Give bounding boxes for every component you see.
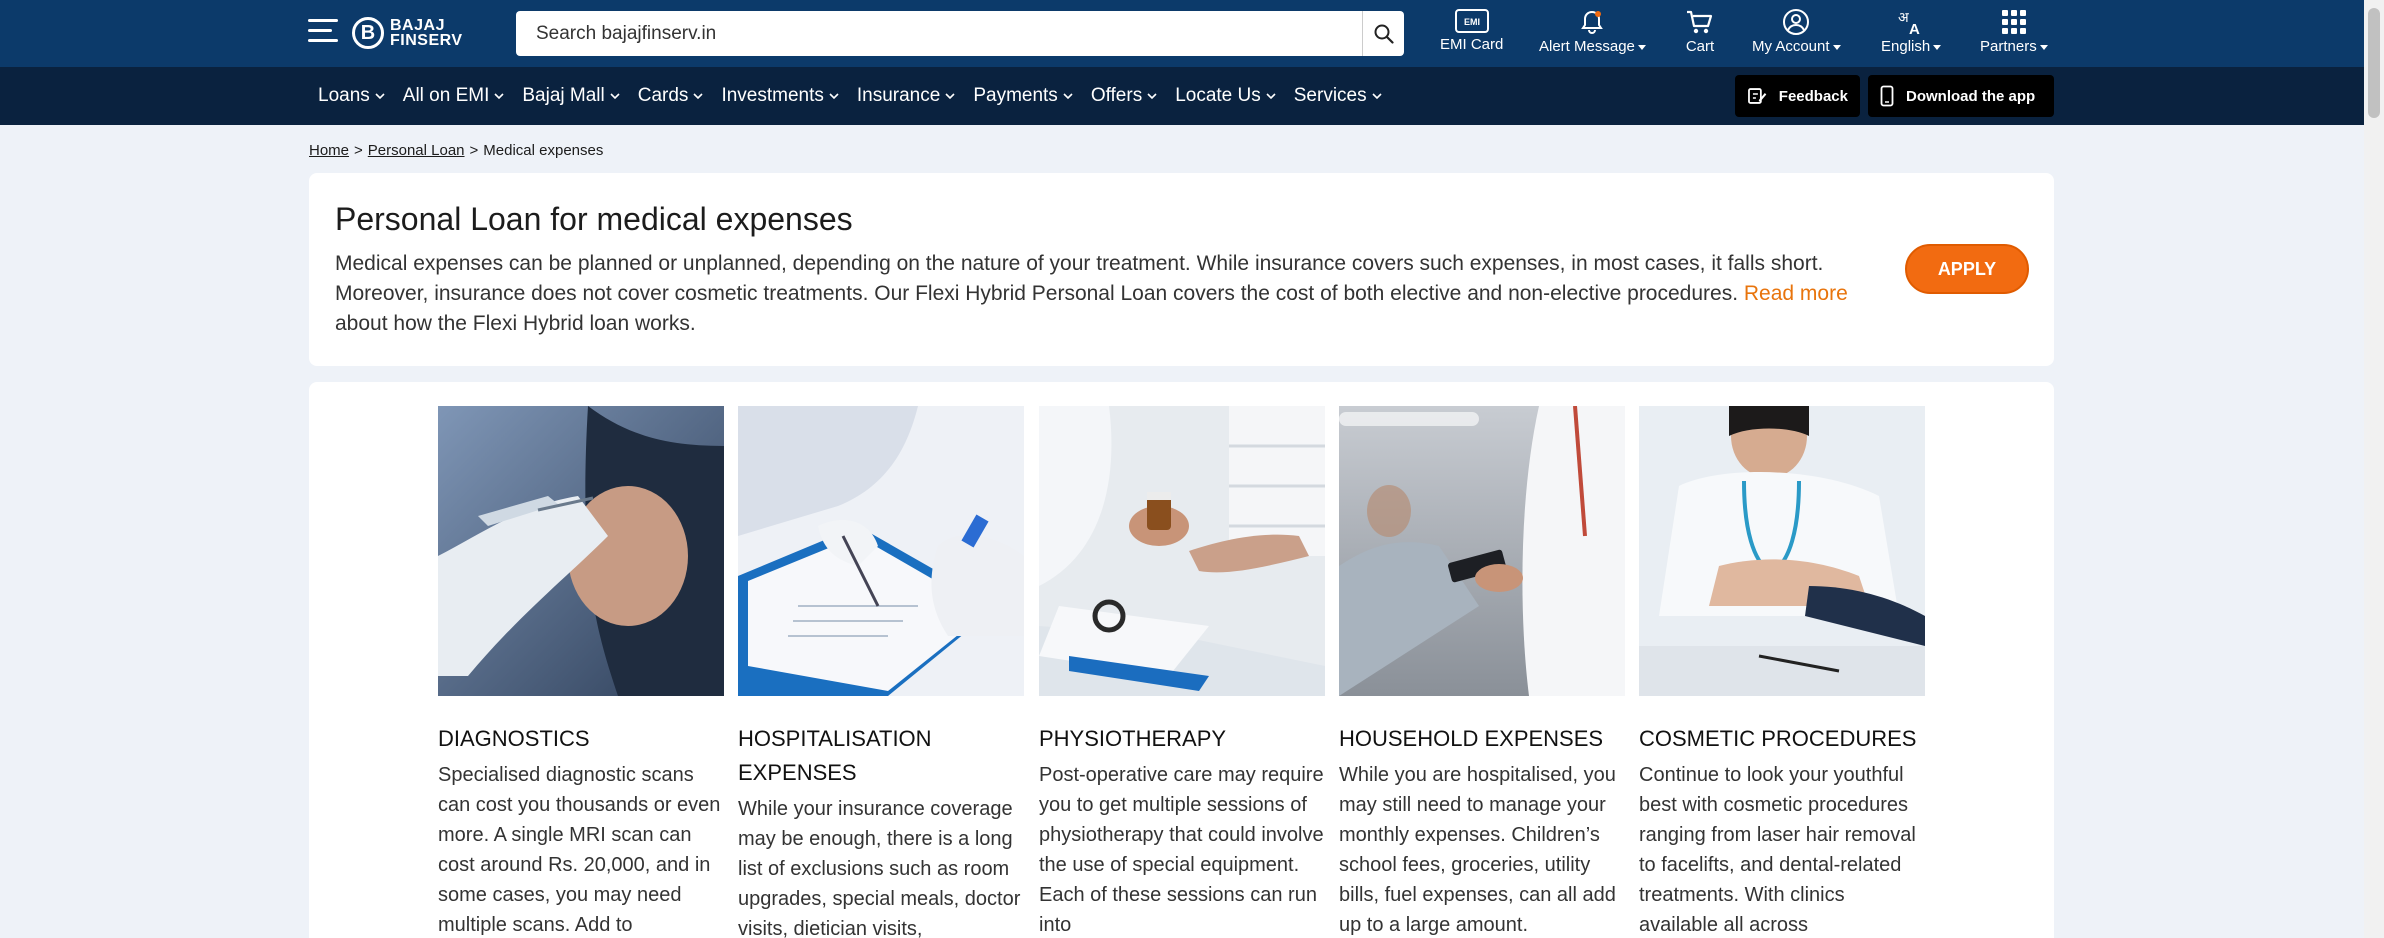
menu-icon[interactable] — [308, 19, 338, 45]
cosmetic-image — [1639, 406, 1925, 696]
cart-icon — [1687, 10, 1713, 34]
search-bar — [516, 11, 1404, 56]
card-text: While you are hospitalised, you may stil… — [1339, 764, 1616, 936]
alert-message-label: Alert Message — [1539, 38, 1635, 55]
brand-logo[interactable]: B BAJAJ FINSERV — [352, 17, 463, 49]
card-household-expenses: HOUSEHOLD EXPENSES While you are hospita… — [1339, 406, 1625, 938]
household-image — [1339, 406, 1625, 696]
intro-text: Medical expenses can be planned or unpla… — [335, 252, 1848, 335]
physiotherapy-image — [1039, 406, 1325, 696]
nav-item-offers[interactable]: Offers — [1091, 85, 1158, 107]
emi-card-link[interactable]: EMI EMI Card — [1440, 8, 1503, 53]
language-icon: अA — [1898, 10, 1920, 36]
nav-item-cards[interactable]: Cards — [638, 85, 705, 107]
cart-link[interactable]: Cart — [1685, 8, 1715, 55]
breadcrumb-current: Medical expenses — [483, 142, 604, 159]
emi-card-icon: EMI — [1454, 9, 1489, 33]
phone-icon — [1880, 85, 1894, 107]
nav-item-investments[interactable]: Investments — [721, 85, 839, 107]
my-account-label: My Account — [1752, 38, 1830, 55]
card-diagnostics: DIAGNOSTICS Specialised diagnostic scans… — [438, 406, 724, 938]
read-more-link[interactable]: Read more — [1744, 282, 1848, 305]
card-title: HOSPITALISATION EXPENSES — [738, 726, 932, 785]
breadcrumb-separator: > — [469, 142, 479, 159]
account-icon — [1783, 9, 1810, 35]
language-menu[interactable]: अA English — [1881, 8, 1942, 55]
page-title: Personal Loan for medical expenses — [335, 201, 853, 237]
nav-item-locate-us[interactable]: Locate Us — [1175, 85, 1277, 107]
chevron-down-icon — [1372, 93, 1382, 100]
nav-item-all-on-emi[interactable]: All on EMI — [403, 85, 506, 107]
grid-icon — [2001, 10, 2026, 34]
card-title: HOUSEHOLD EXPENSES — [1339, 726, 1604, 751]
chevron-down-icon — [1063, 93, 1073, 100]
my-account-menu[interactable]: My Account — [1752, 8, 1841, 55]
svg-text:A: A — [1909, 21, 1920, 36]
page-scrollbar[interactable] — [2364, 0, 2384, 938]
cart-label: Cart — [1685, 38, 1715, 55]
card-text: Post-operative care may require you to g… — [1039, 764, 1324, 936]
chevron-down-icon — [829, 93, 839, 100]
search-icon[interactable] — [1362, 11, 1404, 56]
diagnostics-image — [438, 406, 724, 696]
chevron-down-icon — [1147, 93, 1157, 100]
partners-menu[interactable]: Partners — [1980, 8, 2048, 55]
chevron-down-icon — [945, 93, 955, 100]
nav-item-loans[interactable]: Loans — [318, 85, 386, 107]
svg-text:अ: अ — [1898, 10, 1909, 26]
emi-card-label: EMI Card — [1440, 36, 1504, 53]
main-nav: Loans All on EMI Bajaj Mall Cards Invest… — [0, 67, 2364, 125]
breadcrumb: Home > Personal Loan > Medical expenses — [309, 142, 603, 159]
card-text: Specialised diagnostic scans can cost yo… — [438, 764, 721, 936]
language-label: English — [1881, 38, 1931, 55]
use-cases-section: DIAGNOSTICS Specialised diagnostic scans… — [309, 382, 2054, 938]
breadcrumb-personal-loan[interactable]: Personal Loan — [368, 142, 465, 159]
card-text: While your insurance coverage may be eno… — [738, 798, 1021, 938]
svg-text:EMI: EMI — [1464, 17, 1480, 27]
card-physiotherapy: PHYSIOTHERAPY Post-operative care may re… — [1039, 406, 1325, 938]
search-input[interactable] — [516, 11, 1362, 56]
breadcrumb-home[interactable]: Home — [309, 142, 349, 159]
chevron-down-icon — [494, 93, 504, 100]
download-app-button[interactable]: Download the app — [1868, 75, 2054, 117]
intro-card: Personal Loan for medical expenses Medic… — [309, 173, 2054, 366]
chevron-down-icon — [610, 93, 620, 100]
feedback-button[interactable]: Feedback — [1735, 75, 1860, 117]
chevron-down-icon — [1266, 93, 1276, 100]
apply-button[interactable]: APPLY — [1905, 244, 2029, 294]
chevron-down-icon — [693, 93, 704, 100]
top-header: B BAJAJ FINSERV EMI EMI Card Alert Messa… — [0, 0, 2364, 67]
scrollbar-thumb[interactable] — [2368, 8, 2380, 118]
card-hospitalisation-expenses: HOSPITALISATION EXPENSES While your insu… — [738, 406, 1024, 938]
card-title: COSMETIC PROCEDURES — [1639, 726, 1917, 751]
logo-mark-icon: B — [352, 17, 384, 49]
nav-item-insurance[interactable]: Insurance — [857, 85, 956, 107]
bell-icon — [1581, 10, 1604, 34]
nav-item-payments[interactable]: Payments — [973, 85, 1073, 107]
chevron-down-icon — [375, 93, 385, 100]
breadcrumb-separator: > — [354, 142, 363, 159]
partners-label: Partners — [1980, 38, 2037, 55]
hospitalisation-image — [738, 406, 1024, 696]
logo-text: BAJAJ FINSERV — [390, 17, 463, 49]
alert-message-menu[interactable]: Alert Message — [1539, 8, 1646, 55]
card-cosmetic-procedures: COSMETIC PROCEDURES Continue to look you… — [1639, 406, 1925, 938]
nav-item-bajaj-mall[interactable]: Bajaj Mall — [522, 85, 620, 107]
card-title: PHYSIOTHERAPY — [1039, 726, 1227, 751]
card-title: DIAGNOSTICS — [438, 726, 590, 751]
card-text: Continue to look your youthful best with… — [1639, 764, 1916, 936]
feedback-icon — [1748, 88, 1767, 104]
nav-item-services[interactable]: Services — [1294, 85, 1383, 107]
